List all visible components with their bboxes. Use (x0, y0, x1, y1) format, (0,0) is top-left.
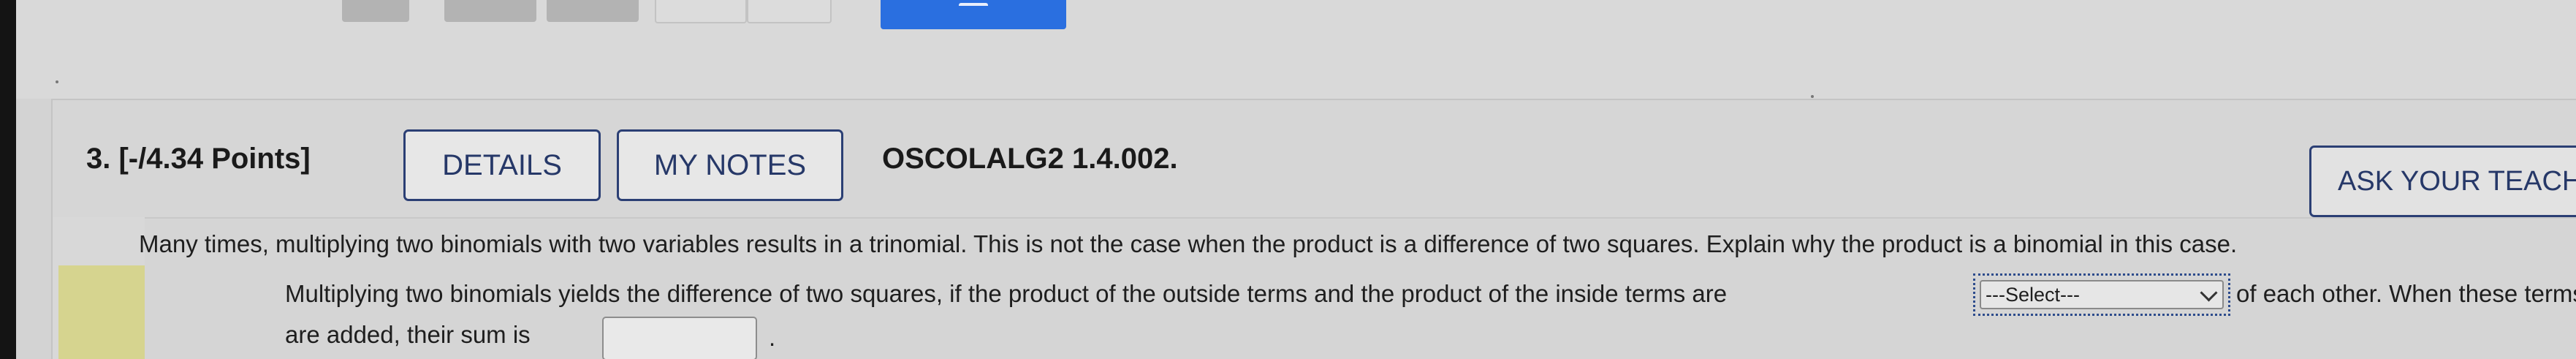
dot (56, 80, 58, 83)
sentence-period: . (769, 324, 776, 351)
submit-button[interactable] (881, 0, 1066, 29)
my-notes-button[interactable]: MY NOTES (617, 129, 843, 201)
arrow-icon (959, 3, 988, 10)
question-card: 3. [-/4.34 Points] DETAILS MY NOTES OSCO… (51, 99, 2576, 359)
toolbar-button[interactable] (444, 0, 536, 22)
toolbar-button[interactable] (747, 0, 832, 23)
answer-line-tail: of each other. When these terms (2236, 280, 2576, 307)
toolbar-button[interactable] (655, 0, 747, 23)
sum-answer-input[interactable] (602, 317, 757, 359)
toolbar-button[interactable] (547, 0, 639, 22)
answer-line-text: Multiplying two binomials yields the dif… (285, 280, 1728, 307)
answer-select-wrapper[interactable]: ---Select--- (1973, 273, 2230, 316)
answer-select[interactable]: ---Select--- (1980, 280, 2224, 309)
chevron-down-icon (2200, 284, 2218, 302)
question-status-strip (58, 265, 145, 359)
question-header: 3. [-/4.34 Points] DETAILS MY NOTES OSCO… (53, 100, 2576, 217)
previous-question-panel (0, 0, 2576, 99)
question-paragraph: Many times, multiplying two binomials wi… (139, 230, 2238, 257)
ask-your-teacher-button[interactable]: ASK YOUR TEACHER (2309, 146, 2576, 217)
window-edge (0, 0, 16, 359)
select-value: ---Select--- (1986, 283, 2080, 306)
toolbar-button[interactable] (342, 0, 409, 22)
details-button[interactable]: DETAILS (403, 129, 601, 201)
question-code: OSCOLALG2 1.4.002. (882, 143, 1178, 175)
dot (1811, 95, 1814, 98)
question-number-points: 3. [-/4.34 Points] (86, 143, 311, 175)
answer-line3-text: are added, their sum is (285, 321, 531, 348)
page: 3. [-/4.34 Points] DETAILS MY NOTES OSCO… (0, 0, 2576, 359)
